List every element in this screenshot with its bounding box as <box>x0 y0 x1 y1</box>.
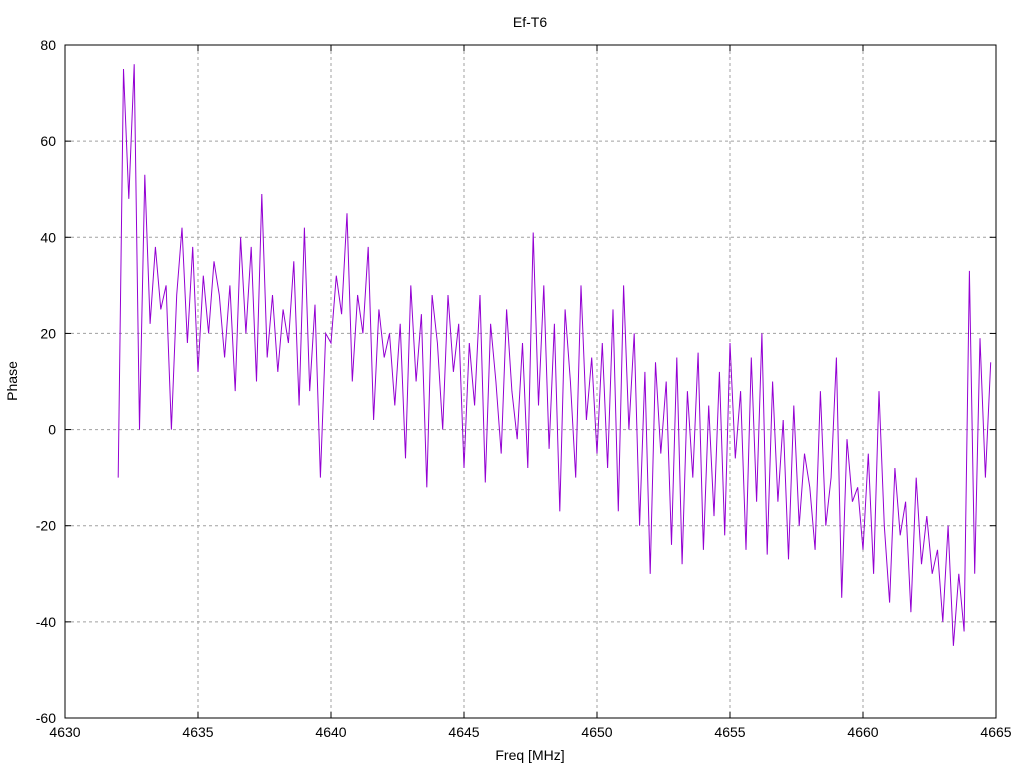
y-axis-label: Phase <box>4 361 20 401</box>
chart-title: Ef-T6 <box>513 14 547 30</box>
plot-border <box>64 44 997 719</box>
x-axis-label: Freq [MHz] <box>495 747 564 763</box>
x-tick-label: 4635 <box>182 724 213 740</box>
y-tick-label: -20 <box>36 518 56 534</box>
x-tick-label: 4655 <box>714 724 745 740</box>
x-tick-label: 4660 <box>847 724 878 740</box>
series-line <box>117 64 992 646</box>
y-tick-label: 80 <box>40 37 56 53</box>
y-tick-label: 0 <box>48 422 56 438</box>
chart: Ef-T6 Freq [MHz] Phase 4630 4635 4640 4645 4… <box>0 0 1024 768</box>
y-tick-label: -60 <box>36 710 56 726</box>
y-tick-label: -40 <box>36 614 56 630</box>
x-tick-label: 4640 <box>315 724 346 740</box>
y-tick-label: 40 <box>40 229 56 245</box>
x-tick-label: 4630 <box>49 724 80 740</box>
y-tick-label: 20 <box>40 325 56 341</box>
x-tick-label: 4665 <box>980 724 1011 740</box>
x-tick-label: 4650 <box>581 724 612 740</box>
x-tick-label: 4645 <box>448 724 479 740</box>
y-tick-label: 60 <box>40 133 56 149</box>
phase-chart: Ef-T6 Freq [MHz] Phase 4630 4635 4640 4645 4… <box>4 14 1012 763</box>
